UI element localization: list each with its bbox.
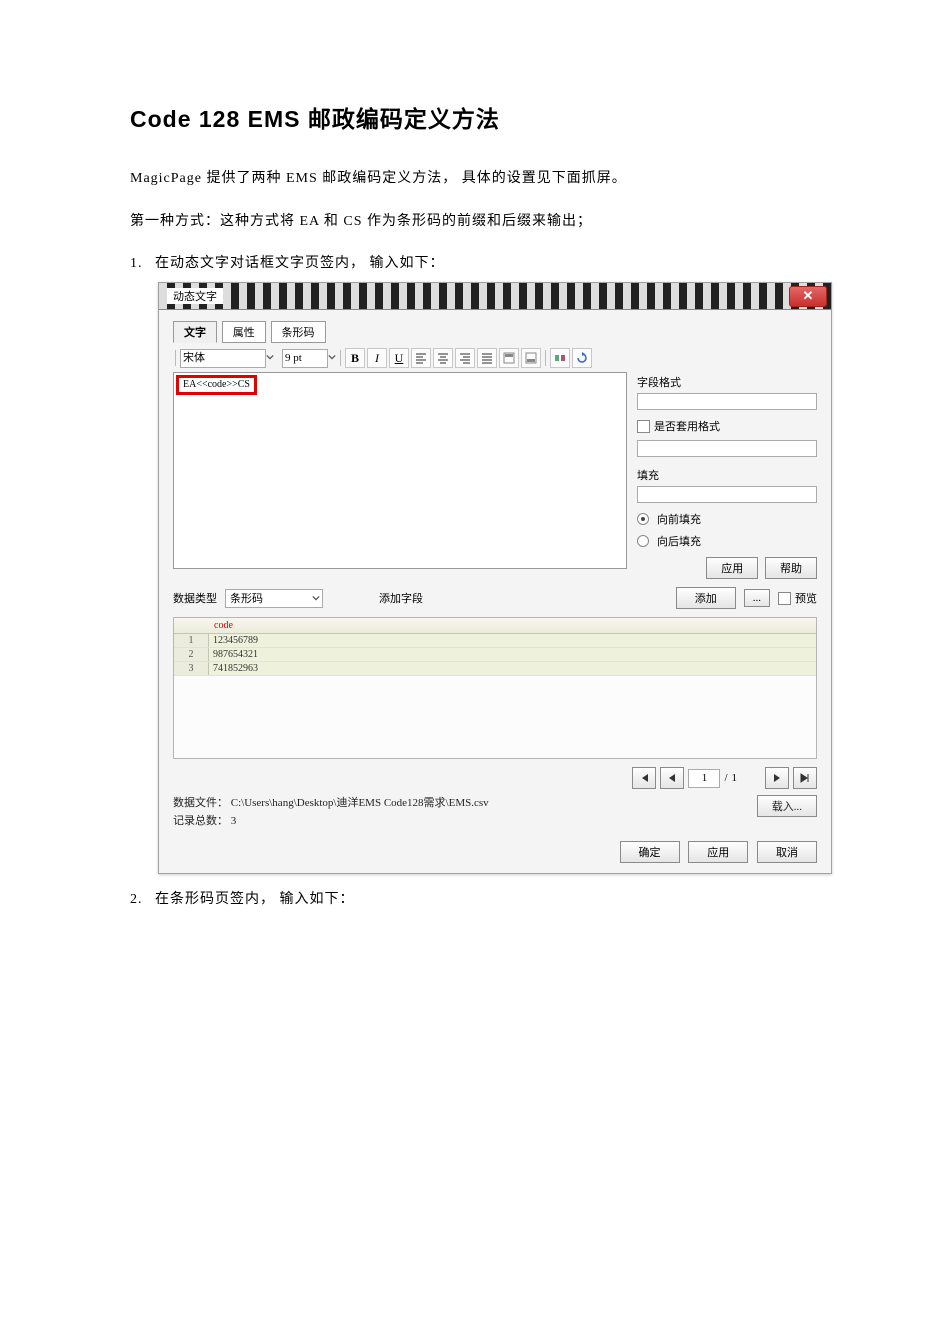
data-type-label: 数据类型 — [173, 590, 217, 606]
valign-top-icon[interactable] — [499, 348, 519, 368]
pager-prev-icon[interactable] — [660, 767, 684, 789]
chevron-down-icon — [312, 594, 320, 602]
add-field-label: 添加字段 — [379, 590, 423, 606]
font-size-dropdown[interactable]: 9 pt — [282, 349, 328, 368]
align-left-icon[interactable] — [411, 348, 431, 368]
pager-page-input[interactable]: 1 — [688, 769, 720, 788]
data-file-path: C:\Users\hang\Desktop\迪洋EMS Code128需求\EM… — [231, 797, 489, 809]
insert-field-icon[interactable] — [550, 348, 570, 368]
browse-button[interactable]: ... — [744, 589, 770, 607]
fill-back-label: 向后填充 — [657, 533, 701, 549]
cancel-button[interactable]: 取消 — [757, 841, 817, 863]
pager: 1 / 1 — [173, 767, 817, 789]
dialog-titlebar: 动态文字 ✕ — [159, 283, 831, 310]
pager-last-icon[interactable] — [793, 767, 817, 789]
step-1-number: 1. — [130, 256, 143, 271]
table-row[interactable]: 3 741852963 — [174, 662, 816, 676]
align-right-icon[interactable] — [455, 348, 475, 368]
ok-button[interactable]: 确定 — [620, 841, 680, 863]
records-count: 3 — [231, 815, 237, 827]
file-info-row: 数据文件： C:\Users\hang\Desktop\迪洋EMS Code12… — [173, 795, 817, 830]
align-center-icon[interactable] — [433, 348, 453, 368]
fill-front-radio[interactable] — [637, 513, 649, 525]
dialog-title-label: 动态文字 — [167, 288, 223, 304]
tab-strip: 文字 属性 条形码 — [173, 320, 817, 342]
use-format-label: 是否套用格式 — [654, 418, 720, 434]
data-type-row: 数据类型 条形码 添加字段 添加 ... 预览 — [173, 587, 817, 609]
close-icon[interactable]: ✕ — [789, 286, 827, 307]
apply-button[interactable]: 应用 — [688, 841, 748, 863]
paragraph-method1: 第一种方式：这种方式将 EA 和 CS 作为条形码的前缀和后缀来输出； — [130, 209, 820, 234]
underline-button[interactable]: U — [389, 348, 409, 368]
pager-separator: / — [724, 772, 727, 784]
tab-barcode[interactable]: 条形码 — [271, 321, 326, 343]
use-format-input[interactable] — [637, 440, 817, 457]
fill-front-label: 向前填充 — [657, 511, 701, 527]
chevron-down-icon[interactable] — [328, 352, 336, 364]
preview-label: 预览 — [795, 590, 817, 606]
use-format-checkbox[interactable] — [637, 420, 650, 433]
step-2: 2. 在条形码页签内， 输入如下： — [130, 888, 820, 908]
field-format-input[interactable] — [637, 393, 817, 410]
pager-first-icon[interactable] — [632, 767, 656, 789]
pager-total: 1 — [732, 772, 738, 784]
tab-attributes[interactable]: 属性 — [222, 321, 266, 343]
valign-bottom-icon[interactable] — [521, 348, 541, 368]
font-family-dropdown[interactable]: 宋体 — [180, 349, 266, 368]
table-row[interactable]: 1 123456789 — [174, 634, 816, 648]
dialog-dynamic-text: 动态文字 ✕ 文字 属性 条形码 宋体 9 pt — [158, 282, 832, 873]
entered-code-highlight: EA<<code>>CS — [176, 375, 257, 395]
step-2-text: 在条形码页签内， 输入如下： — [155, 892, 355, 907]
dialog-footer: 确定 应用 取消 — [173, 841, 817, 863]
format-toolbar: 宋体 9 pt B I U — [173, 346, 817, 372]
data-grid[interactable]: code 1 123456789 2 987654321 3 741852963 — [173, 617, 817, 759]
add-button[interactable]: 添加 — [676, 587, 736, 609]
pager-next-icon[interactable] — [765, 767, 789, 789]
preview-checkbox[interactable] — [778, 592, 791, 605]
fill-input[interactable] — [637, 486, 817, 503]
bold-button[interactable]: B — [345, 348, 365, 368]
italic-button[interactable]: I — [367, 348, 387, 368]
refresh-icon[interactable] — [572, 348, 592, 368]
data-type-dropdown[interactable]: 条形码 — [225, 589, 323, 608]
field-format-label: 字段格式 — [637, 374, 817, 390]
records-label: 记录总数： — [173, 815, 228, 827]
paragraph-intro: MagicPage 提供了两种 EMS 邮政编码定义方法， 具体的设置见下面抓屏… — [130, 166, 820, 191]
align-justify-icon[interactable] — [477, 348, 497, 368]
data-file-label: 数据文件： — [173, 797, 228, 809]
doc-title: Code 128 EMS 邮政编码定义方法 — [130, 100, 820, 134]
field-format-panel: 字段格式 是否套用格式 填充 向前填充 — [637, 372, 817, 579]
apply-format-button[interactable]: 应用 — [706, 557, 758, 579]
step-1-text: 在动态文字对话框文字页签内， 输入如下： — [155, 256, 445, 271]
fill-back-radio[interactable] — [637, 535, 649, 547]
help-button[interactable]: 帮助 — [765, 557, 817, 579]
step-2-number: 2. — [130, 892, 143, 907]
chevron-down-icon[interactable] — [266, 352, 274, 364]
step-1: 1. 在动态文字对话框文字页签内， 输入如下： — [130, 252, 820, 272]
tab-text[interactable]: 文字 — [173, 321, 217, 343]
text-input-area[interactable]: EA<<code>>CS — [173, 372, 627, 569]
grid-header-code: code — [174, 618, 816, 634]
fill-label: 填充 — [637, 467, 817, 483]
table-row[interactable]: 2 987654321 — [174, 648, 816, 662]
load-button[interactable]: 载入... — [757, 795, 817, 817]
